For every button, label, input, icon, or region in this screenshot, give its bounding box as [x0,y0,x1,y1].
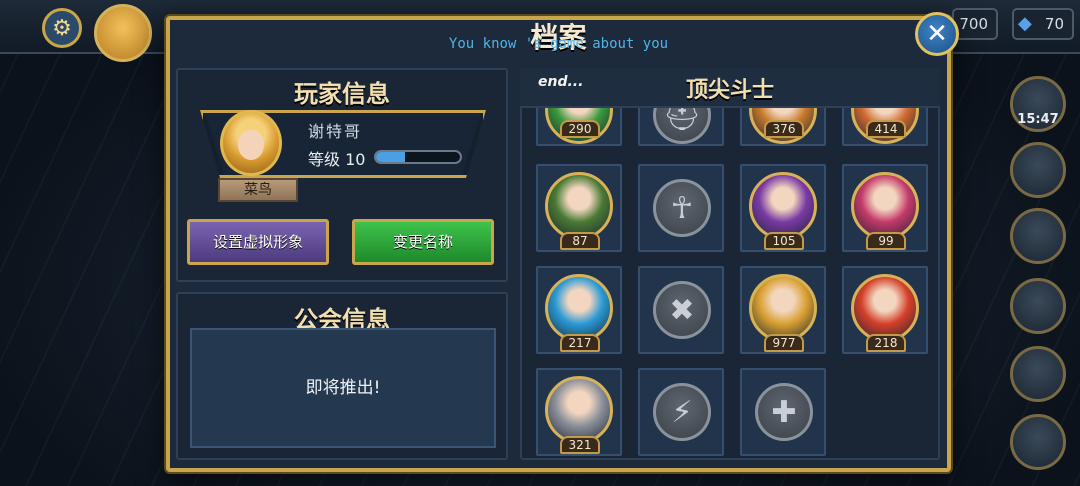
set-avatar-button[interactable]: 设置虚拟形象 [187,219,329,265]
ankh-icon: ☥ [653,179,711,237]
level-progress-fill [376,152,406,162]
side-vault-button[interactable] [1010,278,1066,334]
rank-plate: 菜鸟 [218,178,298,202]
fighter-portrait [851,274,919,342]
fighter-cell[interactable]: 376 [740,76,826,146]
fighter-cell[interactable]: ⚡ [638,368,724,456]
side-store-button[interactable] [1010,346,1066,402]
fighter-cell[interactable]: ☥ [638,164,724,252]
hud-player-avatar[interactable] [94,4,152,62]
modal-subtitle: You know 's game about you [448,36,669,52]
fighter-score: 217 [560,334,600,352]
fighter-cell[interactable]: 977 [740,266,826,354]
fighter-score: 321 [560,436,600,454]
player-info-heading: 玩家信息 [294,80,390,108]
portrait-face [238,130,264,160]
fighter-cell[interactable]: 218 [842,266,928,354]
gem-counter: ◆ 70 [1012,8,1074,40]
close-button[interactable]: ✕ [915,12,959,56]
event-timer: 15:47 [1017,112,1059,127]
fighter-score: 218 [866,334,906,352]
side-pilot-button[interactable] [1010,208,1066,264]
fighter-portrait [545,172,613,240]
fighter-cell[interactable]: ⛑ [638,86,724,146]
medic-cross-icon: ✚ [755,383,813,441]
gem-amount: 70 [1044,15,1064,33]
level-progress-bar [374,150,462,164]
fighter-cell[interactable]: 105 [740,164,826,252]
top-fighters-panel[interactable]: 290 ⛑ 376 414 87 ☥ 105 99 217 ✖ 977 218 321 ⚡ ✚ [520,68,940,460]
gem-icon: ◆ [1018,13,1032,34]
level-label: 等级 10 [308,150,366,169]
claw-icon: ⚡ [653,383,711,441]
side-character-button[interactable] [1010,142,1066,198]
fighter-score: 105 [764,232,804,250]
fighter-portrait [749,172,817,240]
fighter-cell[interactable]: 87 [536,164,622,252]
guild-coming-soon: 即将推出! [190,328,496,448]
rename-button[interactable]: 变更名称 [352,219,494,265]
fighter-portrait [545,274,613,342]
settings-gear-icon[interactable]: ⚙ [42,8,82,48]
fighter-score: 99 [866,232,906,250]
top-fighters-heading: 顶尖斗士 [685,78,774,103]
fighter-score: 414 [866,120,906,138]
fighter-cell[interactable]: 321 [536,368,622,456]
fighter-portrait [545,376,613,444]
fighter-score: 290 [560,120,600,138]
fighter-score: 376 [764,120,804,138]
side-radio-button[interactable] [1010,414,1066,470]
crossed-swords-icon: ✖ [653,281,711,339]
fighter-score: 977 [764,334,804,352]
fighter-cell[interactable]: 414 [842,76,928,146]
fighter-cell[interactable]: 217 [536,266,622,354]
fighter-cell[interactable]: ✖ [638,266,724,354]
fighter-cell[interactable]: 99 [842,164,928,252]
fighter-score: 87 [560,232,600,250]
fighter-cell[interactable]: 290 [536,76,622,146]
fighter-portrait [851,172,919,240]
fighter-cell[interactable]: ✚ [740,368,826,456]
fighter-portrait [749,274,817,342]
player-name: 谢特哥 [308,122,363,141]
